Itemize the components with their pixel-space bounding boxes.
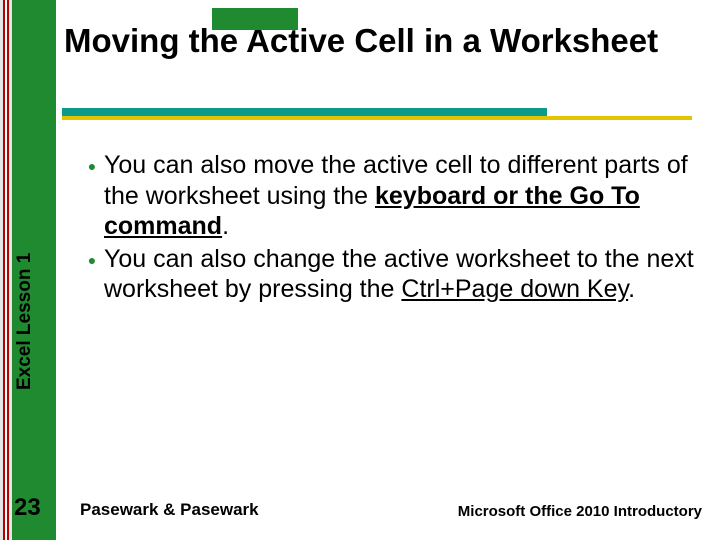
bullet-icon: ●: [80, 244, 104, 305]
title-decorative-block: [212, 8, 298, 30]
bullet-post: .: [222, 212, 229, 240]
accent-divider: [62, 108, 692, 122]
bullet-post: .: [628, 275, 635, 303]
page-number: 23: [14, 494, 41, 522]
bullet-emph: Ctrl+Page down Key: [401, 275, 628, 303]
sidebar-lesson-label: Excel Lesson 1: [14, 253, 36, 390]
accent-yellow-bar: [62, 116, 692, 120]
left-decorative-stripe: [0, 0, 12, 540]
slide: Moving the Active Cell in a Worksheet Ex…: [0, 0, 720, 540]
bullet-item: ● You can also change the active workshe…: [80, 244, 695, 305]
bullet-icon: ●: [80, 150, 104, 242]
bullet-text: You can also move the active cell to dif…: [104, 150, 695, 242]
bullet-item: ● You can also move the active cell to d…: [80, 150, 695, 242]
title-area: Moving the Active Cell in a Worksheet: [62, 16, 702, 70]
footer-course: Microsoft Office 2010 Introductory: [458, 503, 702, 520]
footer-author: Pasewark & Pasewark: [80, 500, 259, 520]
bullet-text: You can also change the active worksheet…: [104, 244, 695, 305]
body-content: ● You can also move the active cell to d…: [80, 150, 695, 307]
slide-title: Moving the Active Cell in a Worksheet: [62, 22, 702, 60]
